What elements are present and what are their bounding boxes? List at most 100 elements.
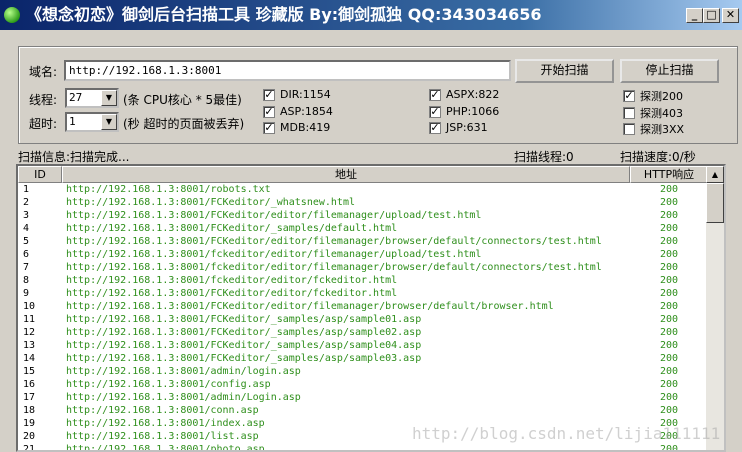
row-url: http://192.168.1.3:8001/robots.txt xyxy=(66,184,271,195)
scan-speed: 扫描速度:0/秒 xyxy=(620,150,696,164)
row-url: http://192.168.1.3:8001/admin/login.asp xyxy=(66,366,301,377)
checkbox-mdb[interactable]: ✓ MDB:419 xyxy=(263,121,330,134)
checkbox-dir-label: DIR:1154 xyxy=(280,88,331,101)
row-id: 4 xyxy=(23,223,30,234)
check-icon: ✓ xyxy=(263,120,275,134)
check-icon: ✓ xyxy=(263,87,275,101)
table-row[interactable]: 1 http://192.168.1.3:8001/robots.txt 200 xyxy=(18,183,708,196)
domain-label: 域名: xyxy=(29,65,58,79)
row-http-code: 200 xyxy=(659,301,679,312)
row-url: http://192.168.1.3:8001/fckeditor/editor… xyxy=(66,249,482,260)
table-row[interactable]: 14 http://192.168.1.3:8001/FCKeditor/_sam… xyxy=(18,352,708,365)
checkbox-probe-200-label: 探测200 xyxy=(640,90,683,103)
table-row[interactable]: 8 http://192.168.1.3:8001/fckeditor/edito… xyxy=(18,274,708,287)
results-table: ID 地址 HTTP响应 1 http://192.168.1.3:8001/ro… xyxy=(16,164,726,452)
row-id: 14 xyxy=(23,353,36,364)
settings-panel: 域名: http://192.168.1.3:8001 开始扫描 停止扫描 线程… xyxy=(18,46,738,144)
row-http-code: 200 xyxy=(659,353,679,364)
maximize-button[interactable]: □ xyxy=(703,8,720,23)
table-row[interactable]: 2 http://192.168.1.3:8001/FCKeditor/_what… xyxy=(18,196,708,209)
row-http-code: 200 xyxy=(659,340,679,351)
checkbox-aspx-label: ASPX:822 xyxy=(446,88,500,101)
checkbox-jsp-label: JSP:631 xyxy=(446,121,488,134)
table-row[interactable]: 10 http://192.168.1.3:8001/FCKeditor/edit… xyxy=(18,300,708,313)
minimize-button[interactable]: _ xyxy=(686,8,703,23)
start-scan-button[interactable]: 开始扫描 xyxy=(515,59,614,83)
row-id: 3 xyxy=(23,210,30,221)
checkbox-aspx[interactable]: ✓ ASPX:822 xyxy=(429,88,499,101)
vertical-scrollbar[interactable]: ▲ xyxy=(706,166,724,450)
threads-value: 27 xyxy=(69,91,83,104)
row-id: 16 xyxy=(23,379,36,390)
row-http-code: 200 xyxy=(659,262,679,273)
column-header-http[interactable]: HTTP响应 xyxy=(630,166,708,183)
row-url: http://192.168.1.3:8001/fckeditor/editor… xyxy=(66,275,398,286)
row-http-code: 200 xyxy=(659,249,679,260)
row-url: http://192.168.1.3:8001/FCKeditor/_sampl… xyxy=(66,314,422,325)
checkbox-probe-3xx[interactable]: 探测3XX xyxy=(623,121,684,137)
table-row[interactable]: 11 http://192.168.1.3:8001/FCKeditor/_sam… xyxy=(18,313,708,326)
column-header-id[interactable]: ID xyxy=(18,166,62,183)
row-id: 2 xyxy=(23,197,30,208)
row-id: 5 xyxy=(23,236,30,247)
checkbox-probe-403-label: 探测403 xyxy=(640,107,683,120)
row-http-code: 200 xyxy=(659,392,679,403)
row-http-code: 200 xyxy=(659,197,679,208)
row-url: http://192.168.1.3:8001/FCKeditor/_sampl… xyxy=(66,223,398,234)
checkbox-mdb-label: MDB:419 xyxy=(280,121,331,134)
row-id: 12 xyxy=(23,327,36,338)
checkbox-php[interactable]: ✓ PHP:1066 xyxy=(429,105,499,118)
row-id: 20 xyxy=(23,431,36,442)
table-row[interactable]: 21 http://192.168.1.3:8001/photo.asp 200 xyxy=(18,443,708,450)
scan-threads: 扫描线程:0 xyxy=(514,150,574,164)
row-id: 6 xyxy=(23,249,30,260)
row-id: 19 xyxy=(23,418,36,429)
stop-scan-button[interactable]: 停止扫描 xyxy=(620,59,719,83)
row-url: http://192.168.1.3:8001/FCKeditor/_sampl… xyxy=(66,340,422,351)
table-row[interactable]: 20 http://192.168.1.3:8001/list.asp 200 xyxy=(18,430,708,443)
table-row[interactable]: 17 http://192.168.1.3:8001/admin/Login.as… xyxy=(18,391,708,404)
row-url: http://192.168.1.3:8001/FCKeditor/_sampl… xyxy=(66,353,422,364)
table-row[interactable]: 13 http://192.168.1.3:8001/FCKeditor/_sam… xyxy=(18,339,708,352)
close-button[interactable]: ✕ xyxy=(722,8,739,23)
checkbox-probe-403[interactable]: 探测403 xyxy=(623,105,683,121)
timeout-value: 1 xyxy=(69,115,76,128)
row-url: http://192.168.1.3:8001/FCKeditor/editor… xyxy=(66,236,602,247)
table-row[interactable]: 5 http://192.168.1.3:8001/FCKeditor/edito… xyxy=(18,235,708,248)
table-row[interactable]: 4 http://192.168.1.3:8001/FCKeditor/_samp… xyxy=(18,222,708,235)
checkbox-dir[interactable]: ✓ DIR:1154 xyxy=(263,88,331,101)
table-row[interactable]: 9 http://192.168.1.3:8001/FCKeditor/edito… xyxy=(18,287,708,300)
row-http-code: 200 xyxy=(659,405,679,416)
table-row[interactable]: 12 http://192.168.1.3:8001/FCKeditor/_sam… xyxy=(18,326,708,339)
threads-select[interactable]: 27 ▼ xyxy=(65,88,119,108)
checkbox-asp-label: ASP:1854 xyxy=(280,105,333,118)
table-row[interactable]: 19 http://192.168.1.3:8001/index.asp 200 xyxy=(18,417,708,430)
row-id: 8 xyxy=(23,275,30,286)
table-row[interactable]: 3 http://192.168.1.3:8001/FCKeditor/edito… xyxy=(18,209,708,222)
table-row[interactable]: 7 http://192.168.1.3:8001/fckeditor/edito… xyxy=(18,261,708,274)
timeout-select[interactable]: 1 ▼ xyxy=(65,112,119,132)
table-row[interactable]: 18 http://192.168.1.3:8001/conn.asp 200 xyxy=(18,404,708,417)
scroll-up-icon[interactable]: ▲ xyxy=(706,166,724,183)
domain-input[interactable]: http://192.168.1.3:8001 xyxy=(64,60,511,81)
checkbox-probe-200[interactable]: ✓ 探测200 xyxy=(623,88,683,104)
table-row[interactable]: 6 http://192.168.1.3:8001/fckeditor/edito… xyxy=(18,248,708,261)
threads-hint: (条 CPU核心 * 5最佳) xyxy=(123,93,242,107)
checkbox-jsp[interactable]: ✓ JSP:631 xyxy=(429,121,488,134)
check-icon: ✓ xyxy=(623,89,635,102)
checkbox-asp[interactable]: ✓ ASP:1854 xyxy=(263,105,333,118)
row-url: http://192.168.1.3:8001/config.asp xyxy=(66,379,271,390)
row-http-code: 200 xyxy=(659,288,679,299)
chevron-down-icon[interactable]: ▼ xyxy=(101,114,117,130)
row-url: http://192.168.1.3:8001/index.asp xyxy=(66,418,265,429)
checkbox-probe-3xx-label: 探测3XX xyxy=(640,123,685,136)
column-header-url[interactable]: 地址 xyxy=(62,166,630,183)
row-id: 1 xyxy=(23,184,30,195)
chevron-down-icon[interactable]: ▼ xyxy=(101,90,117,106)
row-id: 9 xyxy=(23,288,30,299)
check-icon: ✓ xyxy=(429,120,441,134)
scroll-thumb[interactable] xyxy=(706,183,724,223)
scan-info: 扫描信息:扫描完成... xyxy=(18,150,130,164)
table-row[interactable]: 16 http://192.168.1.3:8001/config.asp 200 xyxy=(18,378,708,391)
table-row[interactable]: 15 http://192.168.1.3:8001/admin/login.as… xyxy=(18,365,708,378)
